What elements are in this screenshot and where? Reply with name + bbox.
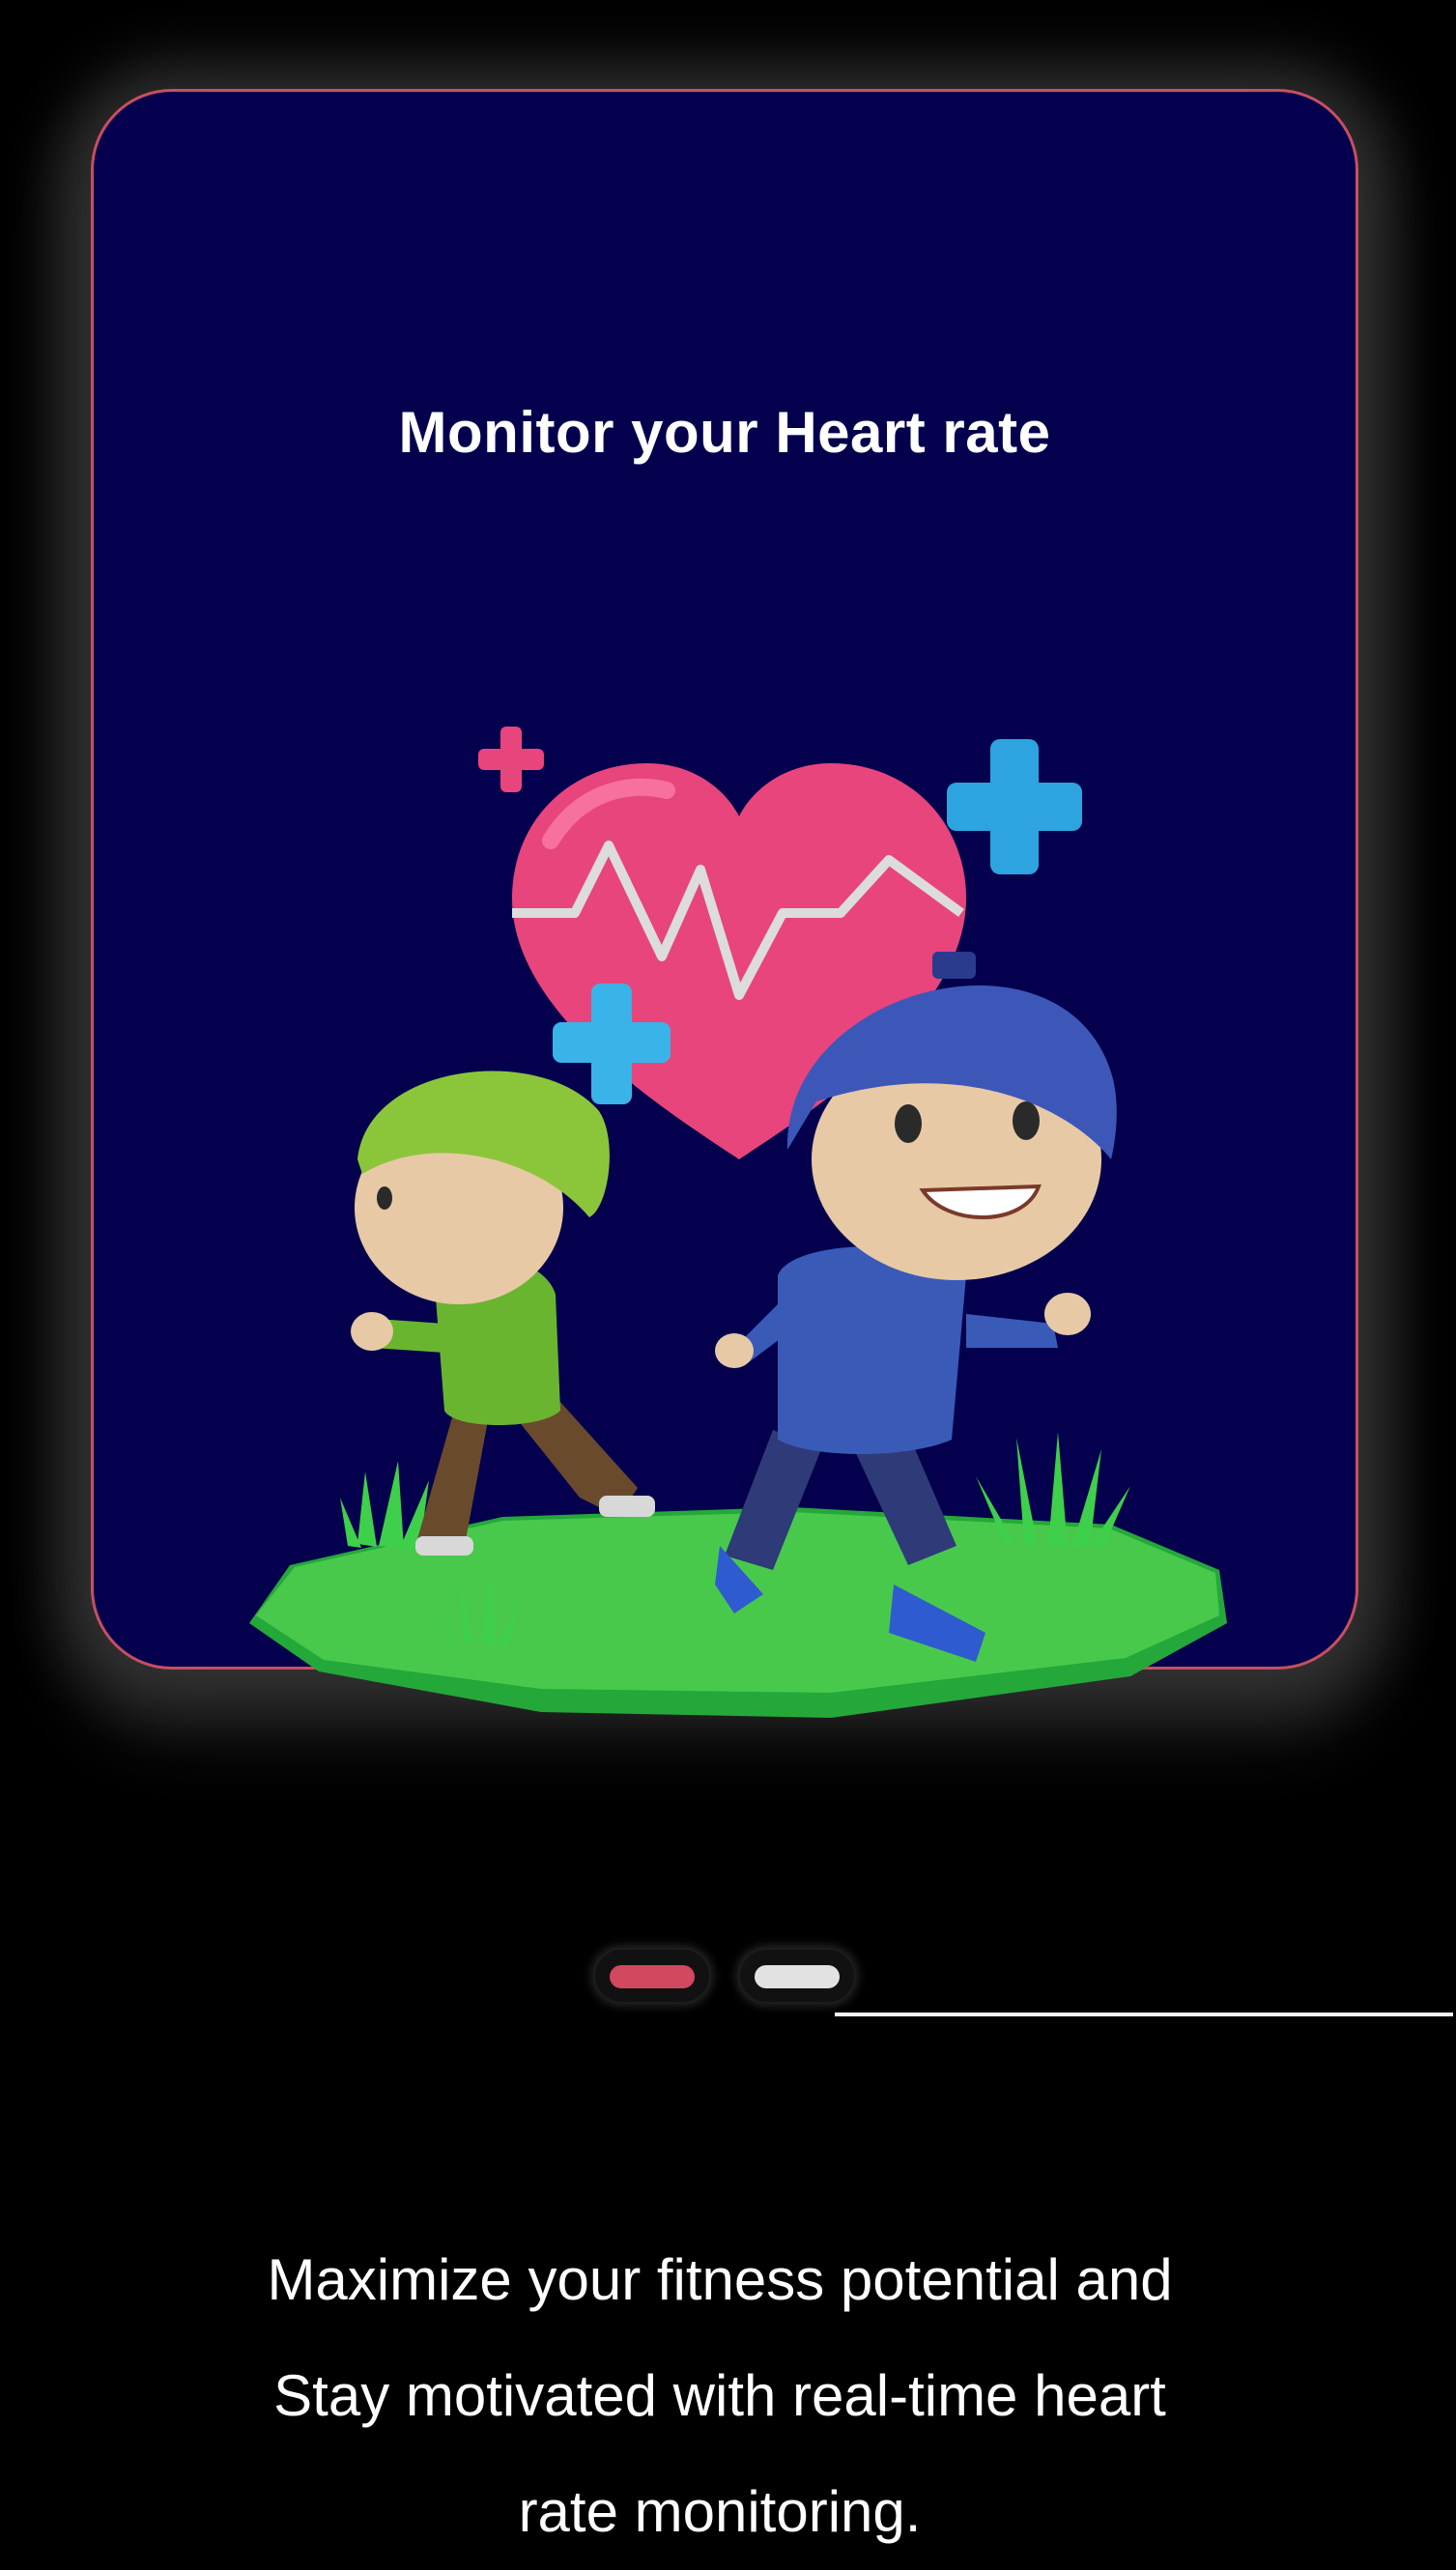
grass-tuft-right <box>976 1432 1130 1548</box>
caption-line: Maximize your fitness potential and <box>267 2247 1173 2312</box>
plus-icon-pink <box>478 727 544 792</box>
caption-line: rate monitoring. <box>518 2479 922 2544</box>
plus-icon-blue-large <box>947 739 1082 874</box>
pagination-dot-active[interactable] <box>595 1950 709 2002</box>
runners-heart-rate-illustration <box>249 727 1227 1718</box>
onboarding-caption: Maximize your fitness potential and Stay… <box>126 2222 1314 2570</box>
swipe-indicator-line <box>835 2013 1453 2016</box>
grass-tuft-left <box>340 1461 429 1552</box>
caption-line: Stay motivated with real-time heart <box>273 2363 1166 2428</box>
pagination-dot-inactive[interactable] <box>740 1950 854 2002</box>
